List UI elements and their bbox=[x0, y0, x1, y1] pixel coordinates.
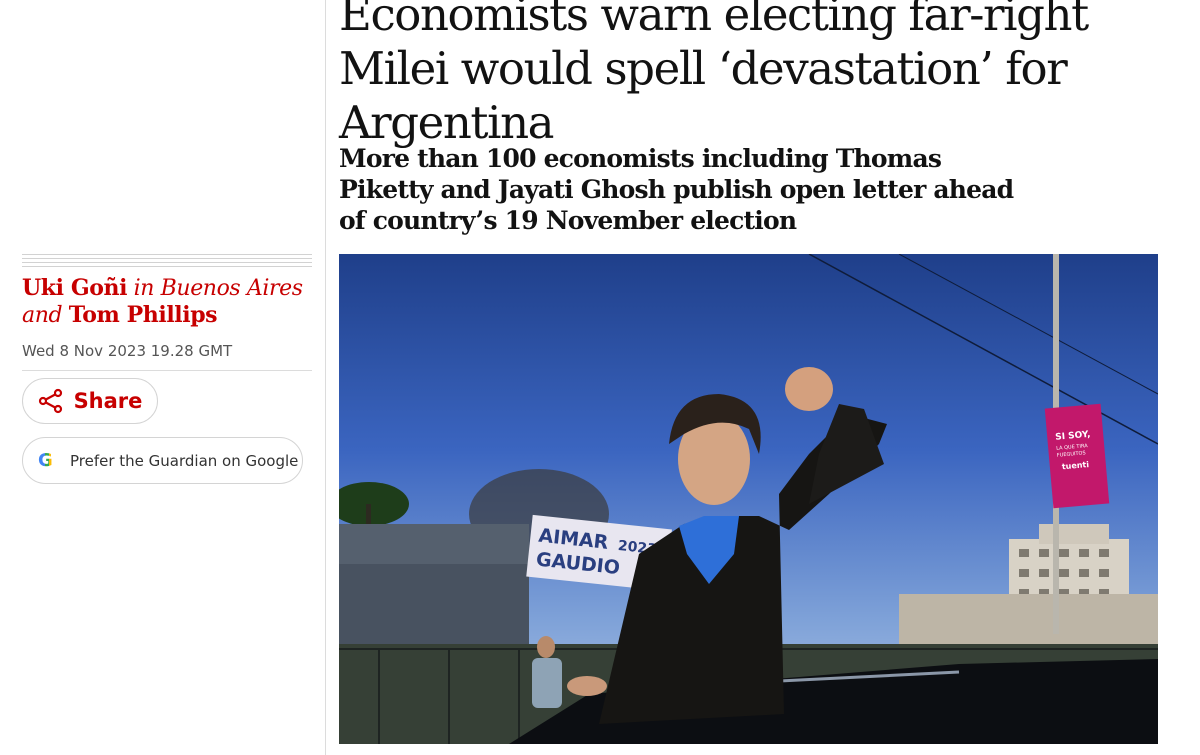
share-button[interactable]: Share bbox=[22, 378, 158, 424]
palm-tree bbox=[339, 482, 409, 526]
prefer-on-google-button[interactable]: G Prefer the Guardian on Google bbox=[22, 437, 303, 484]
raised-fist bbox=[785, 367, 833, 411]
byline-location: in Buenos Aires bbox=[127, 276, 303, 301]
prefer-on-google-label: Prefer the Guardian on Google bbox=[70, 451, 299, 470]
author-link-tom-phillips[interactable]: Tom Phillips bbox=[69, 302, 218, 328]
article-headline: Economists warn electing far-right Milei… bbox=[339, 0, 1089, 149]
meta-rules-divider bbox=[22, 254, 312, 270]
share-button-label: Share bbox=[73, 389, 143, 413]
hand bbox=[567, 676, 607, 696]
author-link-uki-goni[interactable]: Uki Goñi bbox=[22, 275, 127, 301]
article-standfirst: More than 100 economists including Thoma… bbox=[339, 144, 1014, 235]
column-divider bbox=[325, 0, 326, 755]
byline: Uki Goñi in Buenos Aires and Tom Phillips bbox=[22, 275, 312, 329]
photo-scene: SI SOY, LA QUE TIRA FUEGUITOS tuenti AIM… bbox=[339, 254, 1158, 744]
article-main-photo: SI SOY, LA QUE TIRA FUEGUITOS tuenti AIM… bbox=[339, 254, 1158, 744]
station-roof bbox=[339, 524, 529, 564]
google-g-icon: G bbox=[38, 450, 56, 471]
publish-date: Wed 8 Nov 2023 19.28 GMT bbox=[22, 342, 312, 371]
raised-arm bbox=[809, 404, 884, 504]
article-meta: Uki Goñi in Buenos Aires and Tom Phillips… bbox=[22, 254, 312, 484]
byline-conjunction: and bbox=[22, 303, 69, 328]
apartment-building-top bbox=[1039, 524, 1109, 544]
tuenti-sign: SI SOY, LA QUE TIRA FUEGUITOS tuenti bbox=[1044, 403, 1110, 509]
share-icon bbox=[38, 388, 62, 414]
